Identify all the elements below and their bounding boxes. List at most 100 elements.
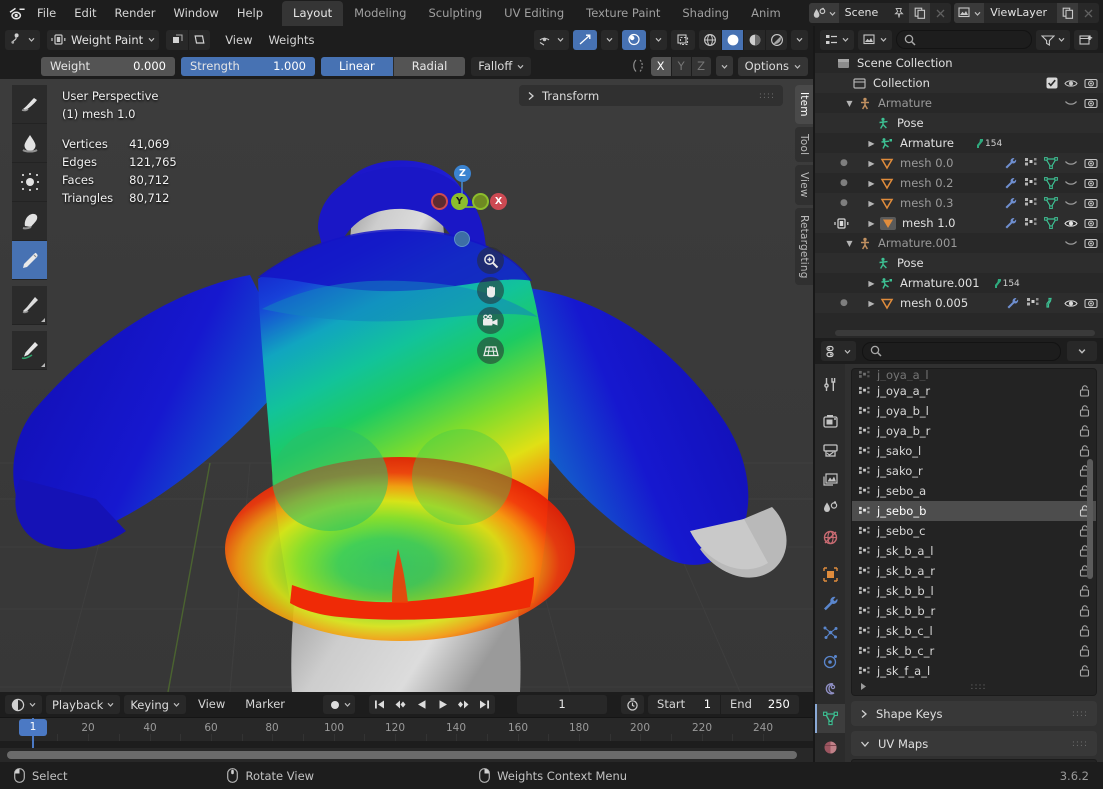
modifier-icon[interactable] — [1004, 157, 1018, 169]
symmetry-y-button[interactable]: Y — [670, 56, 691, 76]
mesh-icon[interactable] — [1044, 177, 1058, 189]
symmetry-dropdown-icon[interactable] — [715, 56, 733, 76]
panel-grip[interactable]: :::: — [1072, 709, 1088, 719]
editor-type-timeline-icon[interactable] — [5, 695, 42, 714]
camera-icon[interactable] — [1084, 77, 1098, 89]
draw-tool[interactable] — [12, 85, 47, 124]
disclosure-right-icon[interactable]: ▶ — [865, 299, 878, 308]
vertex-group-row-partial[interactable]: j_oya_a_l — [852, 369, 1096, 381]
scene-name[interactable]: Scene — [839, 3, 889, 23]
vertexgroup-icon[interactable] — [1026, 297, 1040, 309]
timeline-menu-view[interactable]: View — [190, 695, 233, 714]
modifier-icon[interactable] — [1004, 177, 1018, 189]
zoom-icon[interactable] — [477, 247, 504, 274]
transform-panel-header[interactable]: Transform :::: — [519, 85, 783, 106]
vertexgroup-icon[interactable] — [1024, 217, 1038, 229]
unlocked-icon[interactable] — [1079, 645, 1090, 657]
eye-icon[interactable] — [1064, 78, 1078, 89]
gizmo-axis-y[interactable]: Y — [451, 193, 468, 210]
shape-keys-panel-header[interactable]: Shape Keys :::: — [851, 701, 1097, 726]
mesh-icon[interactable] — [1044, 197, 1058, 209]
jump-end-icon[interactable] — [474, 695, 495, 714]
outliner-row-mesh-0-005[interactable]: ● ▶ mesh 0.005 — [815, 293, 1103, 313]
eye-closed-icon[interactable] — [1064, 198, 1078, 208]
falloff-linear-button[interactable]: Linear — [321, 56, 393, 76]
vertex-group-scrollbar[interactable] — [1087, 459, 1093, 579]
camera-icon[interactable] — [1084, 97, 1098, 109]
workspace-tab-shading[interactable]: Shading — [671, 1, 740, 26]
properties-editor-icon[interactable] — [821, 341, 856, 361]
gradient-tool[interactable] — [12, 241, 47, 280]
disclosure-right-icon[interactable]: ▶ — [865, 279, 878, 288]
panel-grip[interactable]: :::: — [1072, 739, 1088, 749]
outliner-row-mesh-0-3[interactable]: ● ▶ mesh 0.3 — [815, 193, 1103, 213]
eye-closed-icon[interactable] — [1064, 98, 1078, 108]
symmetry-z-button[interactable]: Z — [690, 56, 711, 76]
camera-view-icon[interactable] — [477, 307, 504, 334]
pan-hand-icon[interactable] — [477, 277, 504, 304]
pin-icon[interactable] — [888, 3, 909, 23]
outliner-row-collection[interactable]: Collection — [815, 73, 1103, 93]
scene-tab[interactable] — [815, 494, 845, 523]
symmetry-x-button[interactable]: X — [650, 56, 671, 76]
disclosure-down-icon[interactable]: ▼ — [843, 239, 856, 248]
vertex-group-row[interactable]: j_oya_a_r — [852, 381, 1096, 401]
viewport-menu-view[interactable]: View — [217, 30, 260, 50]
vertex-group-row[interactable]: j_sk_b_a_r — [852, 561, 1096, 581]
falloff-radial-button[interactable]: Radial — [392, 56, 466, 76]
play-reverse-icon[interactable] — [411, 695, 432, 714]
rendered-shading-icon[interactable] — [765, 29, 787, 50]
workspace-tab-texture-paint[interactable]: Texture Paint — [575, 1, 671, 26]
modifier-icon[interactable] — [1004, 197, 1018, 209]
outliner-row-mesh-0-0[interactable]: ● ▶ mesh 0.0 — [815, 153, 1103, 173]
vertexgroup-icon[interactable] — [1024, 177, 1038, 189]
eye-closed-icon[interactable] — [1064, 238, 1078, 248]
smear-tool[interactable] — [12, 202, 47, 241]
list-resize-grip[interactable]: :::: — [970, 682, 986, 692]
orbit-handle[interactable] — [454, 231, 470, 247]
render-tab[interactable] — [815, 407, 845, 436]
eye-closed-icon[interactable] — [1064, 178, 1078, 188]
sidebar-tab-tool[interactable]: Tool — [795, 126, 813, 162]
options-dropdown[interactable]: Options — [737, 56, 808, 76]
unlocked-icon[interactable] — [1079, 425, 1090, 437]
viewlayer-name[interactable]: ViewLayer — [984, 3, 1057, 23]
vertex-group-row-selected[interactable]: j_sebo_b — [852, 501, 1096, 521]
gizmo-axis-y-neg[interactable] — [431, 193, 448, 210]
gizmo-axis-x[interactable] — [472, 193, 489, 210]
outliner-row-mesh-1-0[interactable]: ▶ mesh 1.0 — [815, 213, 1103, 233]
sidebar-tab-view[interactable]: View — [795, 164, 813, 205]
vertex-select-icon[interactable] — [166, 29, 189, 50]
weight-slider[interactable]: Weight 0.000 — [41, 56, 175, 76]
viewlayer-selector[interactable]: ViewLayer — [954, 3, 1099, 23]
workspace-tab-layout[interactable]: Layout — [282, 0, 344, 26]
auto-key-icon[interactable] — [621, 695, 645, 714]
workspace-tab-animation[interactable]: Anim — [740, 1, 792, 26]
menu-edit[interactable]: Edit — [65, 3, 105, 23]
eye-icon[interactable] — [1064, 298, 1078, 309]
editor-type-3dview-icon[interactable] — [5, 29, 40, 50]
camera-icon[interactable] — [1084, 157, 1098, 169]
scene-icon[interactable] — [808, 3, 839, 23]
vertex-group-row[interactable]: j_sebo_c — [852, 521, 1096, 541]
sidebar-tab-item[interactable]: Item — [795, 85, 813, 124]
current-frame-field[interactable]: 1 — [517, 695, 608, 714]
workspace-tab-sculpting[interactable]: Sculpting — [417, 1, 493, 26]
new-scene-icon[interactable] — [909, 3, 931, 23]
camera-icon[interactable] — [1084, 297, 1098, 309]
modifier-tab[interactable] — [815, 589, 845, 618]
mode-selector[interactable]: Weight Paint — [47, 29, 160, 50]
weight-paint-mode-icon[interactable] — [834, 217, 849, 230]
proportional-edit-icon[interactable] — [622, 29, 646, 50]
outliner-search-input[interactable] — [896, 30, 1032, 49]
scene-selector[interactable]: Scene — [808, 3, 952, 23]
3d-viewport[interactable]: User Perspective (1) mesh 1.0 Vertices 41… — [0, 79, 813, 692]
vertex-group-row[interactable]: j_sk_b_b_r — [852, 601, 1096, 621]
next-keyframe-icon[interactable] — [453, 695, 474, 714]
menu-help[interactable]: Help — [228, 3, 272, 23]
outliner-row-armature-001[interactable]: ▼ Armature.001 — [815, 233, 1103, 253]
checkbox-checked-icon[interactable] — [1046, 77, 1058, 89]
expand-specials-icon[interactable] — [859, 682, 868, 691]
unlocked-icon[interactable] — [1079, 585, 1090, 597]
proportional-dropdown-icon[interactable] — [650, 29, 667, 50]
